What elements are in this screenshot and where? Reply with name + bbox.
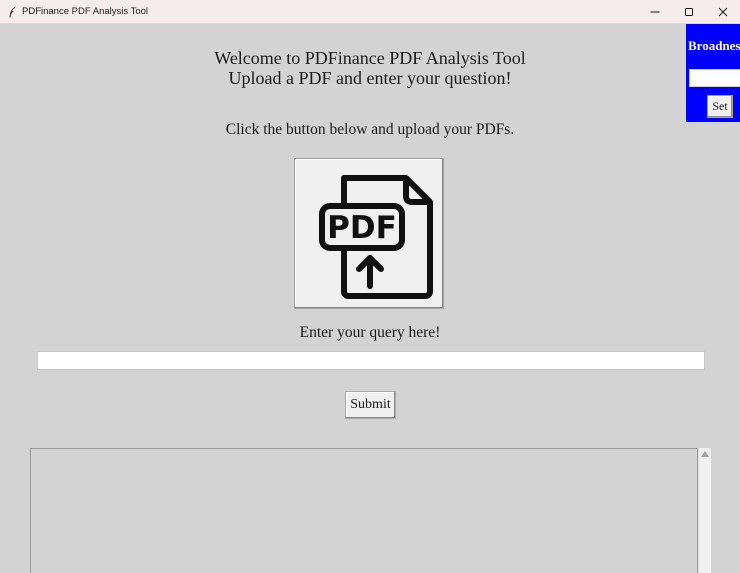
- close-button[interactable]: [706, 0, 740, 23]
- app-window: PDFinance PDF Analysis Tool Welcome to P…: [0, 0, 740, 573]
- close-icon: [718, 7, 728, 16]
- upload-instruction: Click the button below and upload your P…: [225, 121, 515, 138]
- broadness-input[interactable]: [689, 69, 740, 87]
- minimize-button[interactable]: [638, 0, 672, 23]
- window-title: PDFinance PDF Analysis Tool: [22, 6, 149, 17]
- scroll-up-arrow-icon[interactable]: [701, 451, 709, 457]
- minimize-icon: [650, 11, 660, 12]
- welcome-heading: Welcome to PDFinance PDF Analysis Tool: [214, 48, 526, 68]
- welcome-subheading: Upload a PDF and enter your question!: [228, 68, 512, 88]
- broadness-label: Broadness: [688, 38, 740, 53]
- broadness-panel: Broadness Set: [686, 24, 740, 122]
- window-controls: [638, 0, 740, 23]
- feather-icon: [8, 6, 17, 18]
- query-label: Enter your query here!: [299, 324, 441, 341]
- upload-pdf-button[interactable]: PDF: [294, 158, 444, 309]
- title-bar: PDFinance PDF Analysis Tool: [0, 0, 740, 24]
- query-input[interactable]: [37, 351, 705, 370]
- output-text-area[interactable]: [30, 448, 698, 573]
- set-button[interactable]: Set: [707, 95, 733, 118]
- pdf-icon-text: PDF: [327, 210, 397, 246]
- pdf-upload-icon: PDF: [319, 175, 433, 299]
- submit-button[interactable]: Submit: [345, 391, 396, 419]
- maximize-icon: [685, 7, 693, 16]
- output-scrollbar[interactable]: [698, 448, 711, 573]
- maximize-button[interactable]: [672, 0, 706, 23]
